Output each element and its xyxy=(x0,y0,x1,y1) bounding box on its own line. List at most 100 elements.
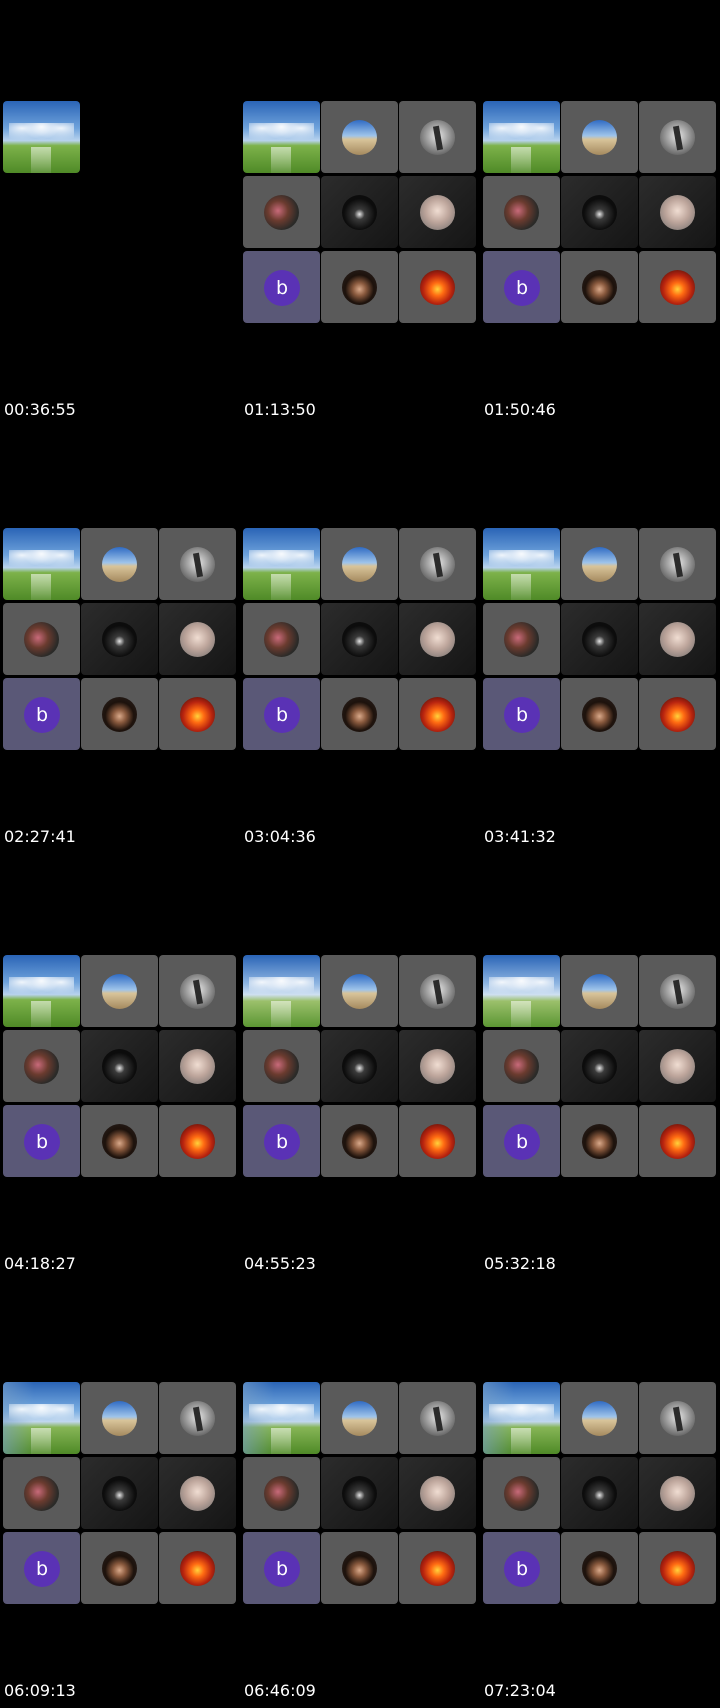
stadium-image-tile[interactable] xyxy=(483,1382,560,1454)
beach-avatar-tile[interactable] xyxy=(561,955,638,1027)
letter-avatar-tile[interactable]: b xyxy=(3,1532,80,1604)
curly-hair-avatar-tile[interactable] xyxy=(321,251,398,323)
tree-avatar-tile[interactable] xyxy=(399,528,476,600)
beach-avatar-tile[interactable] xyxy=(81,955,158,1027)
tree-avatar-tile[interactable] xyxy=(399,1382,476,1454)
fire-avatar-tile[interactable] xyxy=(159,1532,236,1604)
stadium-image-tile[interactable] xyxy=(483,528,560,600)
elderly-avatar-tile[interactable] xyxy=(159,1457,236,1529)
letter-avatar-tile[interactable]: b xyxy=(483,678,560,750)
letter-avatar-tile[interactable]: b xyxy=(3,678,80,750)
fire-avatar-tile[interactable] xyxy=(639,1532,716,1604)
person-avatar-tile[interactable] xyxy=(561,1030,638,1102)
person-avatar-tile[interactable] xyxy=(81,1030,158,1102)
person-avatar-tile[interactable] xyxy=(561,176,638,248)
tree-avatar-tile[interactable] xyxy=(399,955,476,1027)
couple-avatar-tile[interactable] xyxy=(483,1457,560,1529)
tree-avatar-tile[interactable] xyxy=(159,528,236,600)
fire-avatar-tile[interactable] xyxy=(159,678,236,750)
beach-avatar-tile[interactable] xyxy=(81,1382,158,1454)
elderly-avatar-tile[interactable] xyxy=(639,603,716,675)
stadium-image-tile[interactable] xyxy=(3,1382,80,1454)
letter-avatar-tile[interactable]: b xyxy=(243,1105,320,1177)
beach-avatar-tile[interactable] xyxy=(321,1382,398,1454)
stadium-image-tile[interactable] xyxy=(3,101,80,173)
stadium-image-tile[interactable] xyxy=(243,955,320,1027)
beach-avatar-tile[interactable] xyxy=(321,101,398,173)
curly-hair-avatar-tile[interactable] xyxy=(321,1105,398,1177)
tree-avatar-tile[interactable] xyxy=(159,1382,236,1454)
stadium-image-tile[interactable] xyxy=(243,1382,320,1454)
fire-avatar-tile[interactable] xyxy=(159,1105,236,1177)
elderly-avatar-tile[interactable] xyxy=(639,1030,716,1102)
elderly-avatar-tile[interactable] xyxy=(159,603,236,675)
beach-avatar-tile[interactable] xyxy=(561,528,638,600)
person-avatar-tile[interactable] xyxy=(81,603,158,675)
tree-avatar-tile[interactable] xyxy=(399,101,476,173)
fire-avatar-tile[interactable] xyxy=(639,1105,716,1177)
couple-avatar-tile[interactable] xyxy=(243,176,320,248)
person-avatar-tile[interactable] xyxy=(561,603,638,675)
stadium-image-tile[interactable] xyxy=(243,101,320,173)
person-avatar-tile[interactable] xyxy=(81,1457,158,1529)
elderly-avatar-tile[interactable] xyxy=(399,176,476,248)
beach-avatar-tile[interactable] xyxy=(561,1382,638,1454)
stadium-image-tile[interactable] xyxy=(3,955,80,1027)
couple-avatar-tile[interactable] xyxy=(243,1030,320,1102)
couple-avatar-tile[interactable] xyxy=(483,1030,560,1102)
person-avatar-tile[interactable] xyxy=(561,1457,638,1529)
letter-avatar-tile[interactable]: b xyxy=(243,1532,320,1604)
elderly-avatar-tile[interactable] xyxy=(399,1030,476,1102)
tree-avatar-tile[interactable] xyxy=(639,955,716,1027)
fire-avatar-tile[interactable] xyxy=(399,1105,476,1177)
couple-avatar-tile[interactable] xyxy=(243,1457,320,1529)
fire-avatar-tile[interactable] xyxy=(399,251,476,323)
couple-avatar-tile[interactable] xyxy=(483,603,560,675)
curly-hair-avatar-tile[interactable] xyxy=(321,1532,398,1604)
elderly-avatar-tile[interactable] xyxy=(399,1457,476,1529)
fire-avatar-tile[interactable] xyxy=(399,1532,476,1604)
letter-avatar-tile[interactable]: b xyxy=(3,1105,80,1177)
elderly-avatar-tile[interactable] xyxy=(399,603,476,675)
letter-avatar-tile[interactable]: b xyxy=(243,678,320,750)
fire-avatar-tile[interactable] xyxy=(639,678,716,750)
curly-hair-avatar-tile[interactable] xyxy=(321,678,398,750)
fire-avatar-tile[interactable] xyxy=(399,678,476,750)
tree-avatar-tile[interactable] xyxy=(639,528,716,600)
letter-avatar-tile[interactable]: b xyxy=(483,1105,560,1177)
couple-avatar-tile[interactable] xyxy=(3,1030,80,1102)
person-avatar-tile[interactable] xyxy=(321,1457,398,1529)
curly-hair-avatar-tile[interactable] xyxy=(81,1532,158,1604)
letter-avatar-tile[interactable]: b xyxy=(483,251,560,323)
elderly-avatar-tile[interactable] xyxy=(639,1457,716,1529)
person-avatar-tile[interactable] xyxy=(321,1030,398,1102)
beach-avatar-tile[interactable] xyxy=(561,101,638,173)
couple-avatar-tile[interactable] xyxy=(483,176,560,248)
curly-hair-avatar-tile[interactable] xyxy=(561,251,638,323)
curly-hair-avatar-tile[interactable] xyxy=(561,1105,638,1177)
tree-avatar-tile[interactable] xyxy=(159,955,236,1027)
letter-avatar-tile[interactable]: b xyxy=(243,251,320,323)
tree-avatar-tile[interactable] xyxy=(639,101,716,173)
curly-hair-avatar-tile[interactable] xyxy=(561,678,638,750)
beach-avatar-tile[interactable] xyxy=(81,528,158,600)
stadium-image-tile[interactable] xyxy=(483,101,560,173)
stadium-image-tile[interactable] xyxy=(243,528,320,600)
couple-avatar-tile[interactable] xyxy=(243,603,320,675)
elderly-avatar-tile[interactable] xyxy=(639,176,716,248)
curly-hair-avatar-tile[interactable] xyxy=(81,1105,158,1177)
stadium-image-tile[interactable] xyxy=(3,528,80,600)
elderly-avatar-tile[interactable] xyxy=(159,1030,236,1102)
beach-avatar-tile[interactable] xyxy=(321,955,398,1027)
stadium-image-tile[interactable] xyxy=(483,955,560,1027)
beach-avatar-tile[interactable] xyxy=(321,528,398,600)
curly-hair-avatar-tile[interactable] xyxy=(81,678,158,750)
couple-avatar-tile[interactable] xyxy=(3,1457,80,1529)
person-avatar-tile[interactable] xyxy=(321,176,398,248)
fire-avatar-tile[interactable] xyxy=(639,251,716,323)
curly-hair-avatar-tile[interactable] xyxy=(561,1532,638,1604)
tree-avatar-tile[interactable] xyxy=(639,1382,716,1454)
couple-avatar-tile[interactable] xyxy=(3,603,80,675)
person-avatar-tile[interactable] xyxy=(321,603,398,675)
letter-avatar-tile[interactable]: b xyxy=(483,1532,560,1604)
